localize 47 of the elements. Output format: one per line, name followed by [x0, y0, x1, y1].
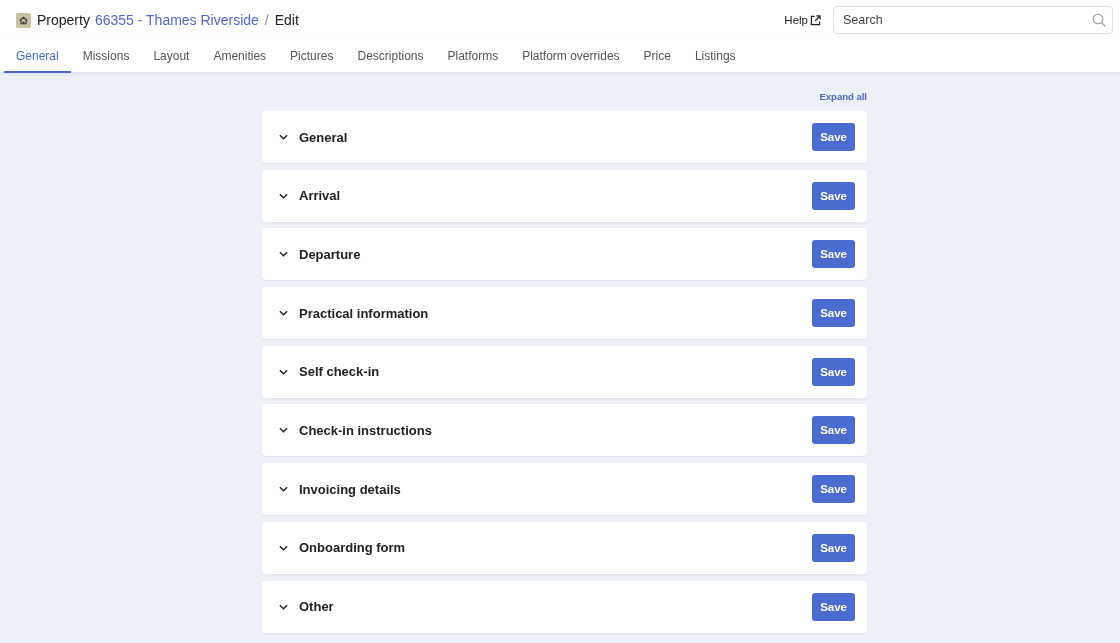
- save-button[interactable]: Save: [812, 475, 855, 504]
- section-title: Departure: [299, 246, 362, 262]
- section-title: Other: [299, 599, 335, 614]
- chevron-down-icon[interactable]: [279, 192, 288, 199]
- tab[interactable]: Platform overrides: [510, 40, 632, 73]
- page-title: Property: [37, 12, 90, 28]
- chevron-down-icon[interactable]: [279, 544, 288, 551]
- section-title: Invoicing details: [299, 481, 402, 497]
- save-button[interactable]: Save: [812, 181, 855, 210]
- expand-all-link[interactable]: Expand all: [819, 91, 867, 105]
- tab[interactable]: General: [4, 40, 71, 73]
- section-title: Onboarding form: [299, 540, 407, 556]
- save-button[interactable]: Save: [812, 533, 855, 562]
- tab[interactable]: Pictures: [278, 40, 346, 73]
- chevron-down-icon[interactable]: [279, 134, 288, 140]
- save-button[interactable]: Save: [812, 123, 855, 151]
- breadcrumb-separator: /: [264, 12, 269, 28]
- tab[interactable]: Layout: [141, 40, 202, 73]
- tab[interactable]: Missions: [70, 40, 142, 73]
- chevron-down-icon[interactable]: [279, 427, 288, 434]
- house-icon: [16, 12, 31, 28]
- search-icon: [1092, 13, 1106, 27]
- chevron-down-icon[interactable]: [279, 603, 288, 610]
- tab[interactable]: Descriptions: [345, 40, 436, 73]
- external-link-icon: [810, 14, 821, 26]
- save-button[interactable]: Save: [812, 592, 855, 621]
- save-button[interactable]: Save: [812, 299, 855, 328]
- property-link[interactable]: 66355 - Thames Riverside: [94, 12, 259, 28]
- breadcrumb-current: Edit: [274, 12, 299, 28]
- search-field[interactable]: Search: [833, 6, 1113, 34]
- chevron-down-icon[interactable]: [279, 368, 288, 375]
- chevron-down-icon[interactable]: [279, 310, 288, 317]
- save-button[interactable]: Save: [812, 416, 855, 445]
- section-title: Check-in instructions: [299, 422, 433, 438]
- section-title: Self check-in: [299, 364, 381, 380]
- chevron-down-icon[interactable]: [279, 486, 288, 493]
- save-button[interactable]: Save: [812, 357, 855, 386]
- section-title: General: [299, 129, 349, 145]
- section-title: Practical information: [299, 305, 430, 321]
- tab[interactable]: Listings: [682, 40, 748, 73]
- save-button[interactable]: Save: [812, 240, 855, 269]
- help-link[interactable]: Help: [784, 14, 821, 26]
- chevron-down-icon[interactable]: [279, 251, 288, 258]
- tab[interactable]: Platforms: [435, 40, 511, 73]
- tab[interactable]: Amenities: [201, 40, 279, 73]
- tab[interactable]: Price: [631, 40, 683, 73]
- section-title: Arrival: [299, 188, 342, 204]
